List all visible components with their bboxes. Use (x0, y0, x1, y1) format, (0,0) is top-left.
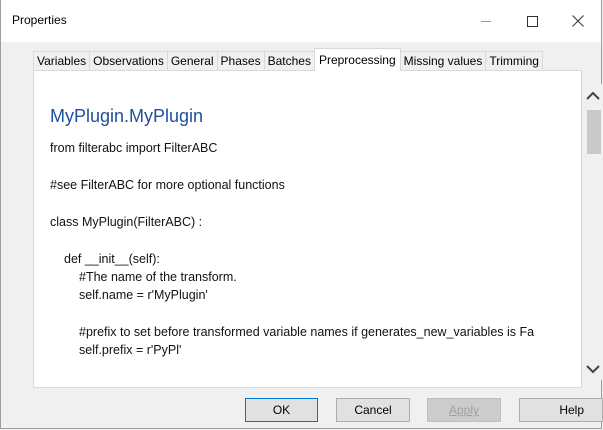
tab-variables[interactable]: Variables (33, 51, 91, 71)
code-line: #see FilterABC for more optional functio… (50, 178, 285, 192)
chevron-up-icon[interactable] (583, 84, 602, 106)
code-line: class MyPlugin(FilterABC) : (50, 215, 203, 229)
tab-missing-values[interactable]: Missing values (399, 51, 487, 71)
code-line: from filterabc import FilterABC (50, 141, 218, 155)
window-controls (463, 0, 601, 42)
title-bar[interactable]: Properties (1, 0, 601, 42)
minimize-icon[interactable] (463, 0, 509, 42)
help-button[interactable]: Help (519, 398, 603, 422)
maximize-icon[interactable] (509, 0, 555, 42)
plugin-heading: MyPlugin.MyPlugin (50, 106, 204, 126)
close-icon[interactable] (555, 0, 601, 42)
plugin-source-view[interactable]: MyPlugin.MyPlugin from filterabc import … (49, 96, 582, 384)
apply-button[interactable]: Apply (427, 398, 501, 422)
code-line: #The name of the transform. (79, 270, 237, 284)
tab-strip: Variables Observations General Phases Ba… (33, 48, 543, 71)
code-line: def __init__(self): (64, 252, 160, 266)
window-title: Properties (12, 13, 67, 27)
code-line: self.name = r'MyPlugin' (79, 288, 208, 302)
cancel-button[interactable]: Cancel (336, 398, 410, 422)
tab-preprocessing[interactable]: Preprocessing (313, 48, 401, 71)
code-line: #prefix to set before transformed variab… (79, 325, 535, 339)
scroll-thumb[interactable] (587, 110, 601, 154)
vertical-scrollbar[interactable] (583, 84, 602, 380)
chevron-down-icon[interactable] (583, 358, 602, 380)
tab-phases[interactable]: Phases (216, 51, 265, 71)
code-line: self.prefix = r'PyPl' (79, 343, 182, 357)
ok-button[interactable]: OK (245, 398, 318, 422)
apply-button-label: Apply (448, 403, 480, 417)
properties-dialog: Properties Variables Observations Genera… (0, 0, 603, 429)
tab-batches[interactable]: Batches (263, 51, 315, 71)
tab-observations[interactable]: Observations (89, 51, 168, 71)
tab-general[interactable]: General (166, 51, 218, 71)
tab-trimming[interactable]: Trimming (485, 51, 543, 71)
